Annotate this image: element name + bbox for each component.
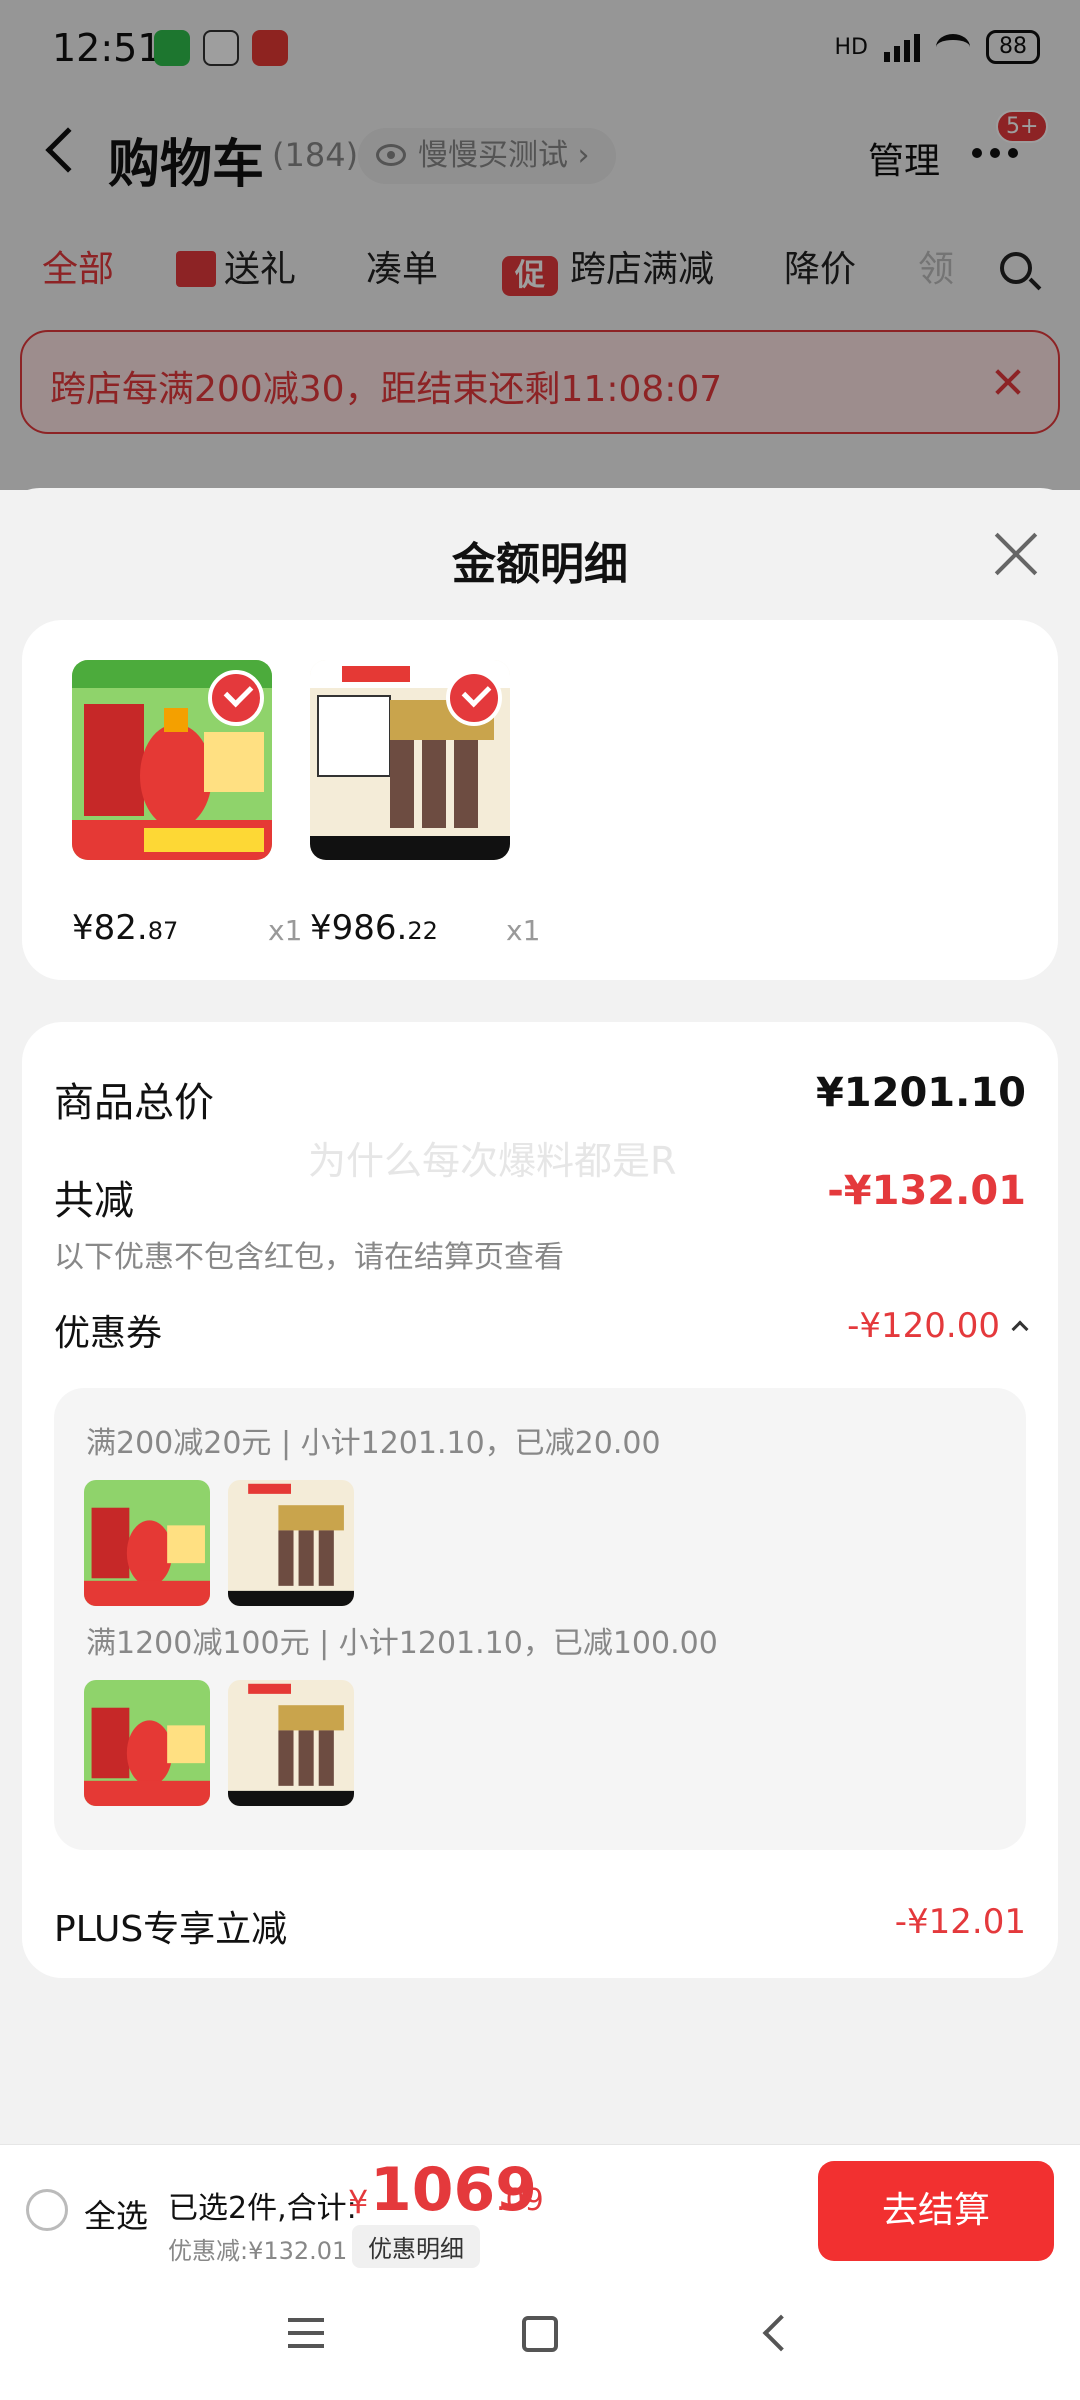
total-reduce-value: -¥132.01 (827, 1168, 1026, 1214)
product-price: ¥986.22 (310, 908, 438, 948)
product-price: ¥82.87 (72, 908, 179, 948)
product-thumb (228, 1680, 354, 1806)
product-thumb (228, 1480, 354, 1606)
total-price-row: 商品总价 ¥1201.10 (54, 1070, 1026, 1128)
chevron-up-icon (1011, 1320, 1029, 1338)
product-qty: x1 (268, 914, 303, 947)
checkout-button[interactable]: 去结算 (818, 2161, 1054, 2261)
dim-overlay[interactable] (0, 0, 1080, 490)
product-image (310, 660, 510, 860)
product-list-card: ¥82.87 x1 ¥986.22 x1 (22, 620, 1058, 980)
checkout-bar: 全选 已选2件,合计: ¥ 1069 .09 优惠减:¥132.01 优惠明细 … (0, 2144, 1080, 2274)
total-price-label: 商品总价 (54, 1080, 214, 1126)
close-sheet-icon[interactable] (994, 532, 1038, 576)
coupon-product-images (84, 1480, 354, 1606)
price-summary-card: 商品总价 ¥1201.10 为什么每次爆料都是R 共减 -¥132.01 以下优… (22, 1022, 1058, 1978)
discount-detail-button[interactable]: 优惠明细 (352, 2225, 480, 2268)
menu-icon[interactable] (288, 2318, 324, 2348)
product-item[interactable]: ¥82.87 x1 (72, 660, 302, 948)
coupon-rule: 满1200减100元 | 小计1201.10，已减100.00 (86, 1626, 718, 1661)
select-all-checkbox[interactable] (26, 2189, 68, 2231)
coupon-rule: 满200减20元 | 小计1201.10，已减20.00 (86, 1426, 661, 1461)
product-thumb (84, 1680, 210, 1806)
total-currency: ¥ (348, 2183, 369, 2221)
amount-detail-sheet: 金额明细 ¥82.87 x1 ¥986.22 x1 商品总价 ¥1201.10 … (0, 488, 1080, 2144)
total-reduce-label: 共减 (54, 1178, 134, 1224)
coupon-label: 优惠券 (54, 1313, 163, 1354)
discount-summary: 优惠减:¥132.01 (168, 2237, 348, 2265)
home-icon[interactable] (522, 2316, 558, 2352)
reduce-note: 以下优惠不包含红包，请在结算页查看 (54, 1240, 564, 1275)
plus-discount-label: PLUS专享立减 (54, 1909, 288, 1950)
product-thumb (84, 1480, 210, 1606)
total-price-value: ¥1201.10 (815, 1070, 1026, 1116)
total-reduce-row: 共减 -¥132.01 (54, 1168, 1026, 1226)
coupon-row[interactable]: 优惠券 -¥120.00 (54, 1304, 1029, 1356)
product-item[interactable]: ¥986.22 x1 (310, 660, 540, 948)
coupon-detail-box: 满200减20元 | 小计1201.10，已减20.00 满1200减100元 … (54, 1388, 1026, 1850)
plus-discount-row: PLUS专享立减 -¥12.01 (54, 1900, 1026, 1952)
system-nav-bar (0, 2274, 1080, 2400)
coupon-value: -¥120.00 (847, 1306, 1029, 1346)
selected-check-icon (208, 670, 264, 726)
sheet-title: 金额明细 (452, 539, 628, 590)
plus-discount-value: -¥12.01 (894, 1902, 1026, 1942)
product-image (72, 660, 272, 860)
total-cents: .09 (496, 2183, 544, 2218)
selected-check-icon (446, 670, 502, 726)
coupon-product-images (84, 1680, 354, 1806)
selected-summary: 已选2件,合计: (168, 2191, 357, 2226)
back-nav-icon[interactable] (762, 2314, 800, 2352)
select-all-label[interactable]: 全选 (84, 2191, 148, 2237)
product-qty: x1 (506, 914, 541, 947)
